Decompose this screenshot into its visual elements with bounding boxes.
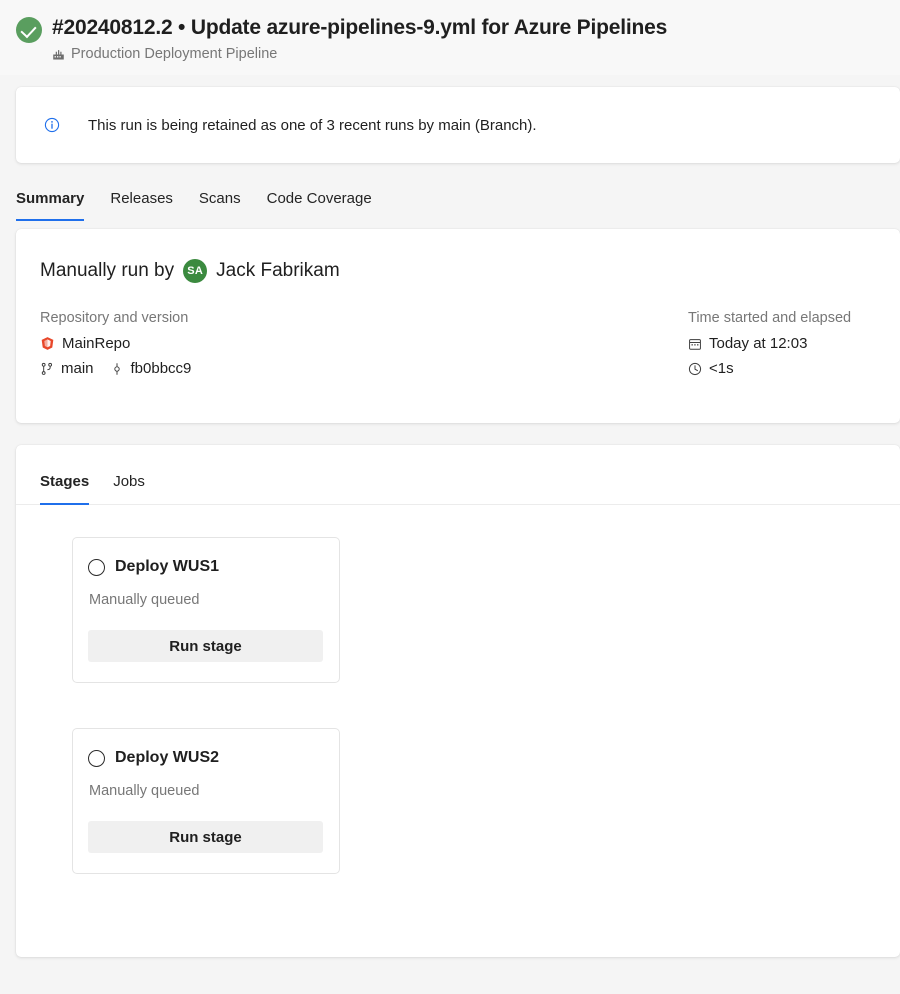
version-row: main fb0bbcc9 <box>40 360 688 377</box>
run-stage-button[interactable]: Run stage <box>88 821 323 853</box>
repository-row[interactable]: MainRepo <box>40 335 688 352</box>
retention-info-banner: This run is being retained as one of 3 r… <box>16 87 900 163</box>
time-elapsed-row: <1s <box>688 360 851 377</box>
page-header: #20240812.2 • Update azure-pipelines-9.y… <box>0 0 900 75</box>
banner-message: This run is being retained as one of 3 r… <box>88 116 537 134</box>
run-summary-card: Manually run by SA Jack Fabrikam Reposit… <box>16 229 900 423</box>
calendar-icon <box>689 338 701 350</box>
subtab-stages[interactable]: Stages <box>40 473 90 505</box>
subtab-jobs[interactable]: Jobs <box>113 473 145 505</box>
time-started-row: Today at 12:03 <box>688 335 851 352</box>
branch-icon <box>41 362 53 375</box>
stage-status-text: Manually queued <box>89 592 200 608</box>
time-started-value: Today at 12:03 <box>709 335 808 352</box>
run-by-user: Jack Fabrikam <box>216 260 340 281</box>
pipeline-icon <box>53 49 64 60</box>
run-detail-columns: Repository and version MainRepo main fb0… <box>40 309 900 377</box>
commit-group[interactable]: fb0bbcc9 <box>110 360 192 377</box>
stages-subtabbar: Stages Jobs <box>16 445 900 505</box>
clock-icon <box>688 362 702 375</box>
page-title: #20240812.2 • Update azure-pipelines-9.y… <box>52 16 668 39</box>
commit-sha: fb0bbcc9 <box>130 360 192 377</box>
pending-circle-icon <box>88 749 105 767</box>
branch-name: main <box>61 360 94 377</box>
run-by-label: Manually run by <box>40 260 175 281</box>
stage-name: Deploy WUS1 <box>115 558 220 575</box>
stage-header: Deploy WUS2 <box>88 749 323 767</box>
info-circle-icon <box>44 117 60 133</box>
tab-scans[interactable]: Scans <box>199 190 241 221</box>
stage-list: Deploy WUS1 Manually queued Run stage De… <box>16 505 900 874</box>
stage-status-text: Manually queued <box>89 783 200 799</box>
stage-name: Deploy WUS2 <box>115 749 220 766</box>
pipeline-name: Production Deployment Pipeline <box>71 46 278 62</box>
azure-repos-icon <box>41 337 54 350</box>
stage-card[interactable]: Deploy WUS2 Manually queued Run stage <box>72 728 340 874</box>
repository-name: MainRepo <box>62 335 131 352</box>
run-by-row: Manually run by SA Jack Fabrikam <box>40 259 900 283</box>
commit-icon <box>113 362 120 375</box>
main-tabbar: Summary Releases Scans Code Coverage <box>0 163 900 221</box>
stage-header: Deploy WUS1 <box>88 558 323 576</box>
tab-releases[interactable]: Releases <box>110 190 173 221</box>
run-stage-button[interactable]: Run stage <box>88 630 323 662</box>
pending-circle-icon <box>88 558 105 576</box>
branch-group[interactable]: main <box>40 360 94 377</box>
tab-code-coverage[interactable]: Code Coverage <box>267 190 372 221</box>
header-text: #20240812.2 • Update azure-pipelines-9.y… <box>52 14 667 63</box>
time-column: Time started and elapsed Today at 12:03 … <box>688 309 851 377</box>
avatar: SA <box>183 259 208 283</box>
stages-card: Stages Jobs Deploy WUS1 Manually queued … <box>16 445 900 957</box>
repository-column: Repository and version MainRepo main fb0… <box>40 309 688 377</box>
pipeline-breadcrumb[interactable]: Production Deployment Pipeline <box>52 45 667 63</box>
check-circle-icon <box>16 17 42 43</box>
time-elapsed-value: <1s <box>709 360 734 377</box>
time-heading: Time started and elapsed <box>688 310 852 326</box>
header-row: #20240812.2 • Update azure-pipelines-9.y… <box>16 14 900 63</box>
tab-summary[interactable]: Summary <box>16 190 85 221</box>
stage-card[interactable]: Deploy WUS1 Manually queued Run stage <box>72 537 340 683</box>
repository-heading: Repository and version <box>40 310 189 326</box>
